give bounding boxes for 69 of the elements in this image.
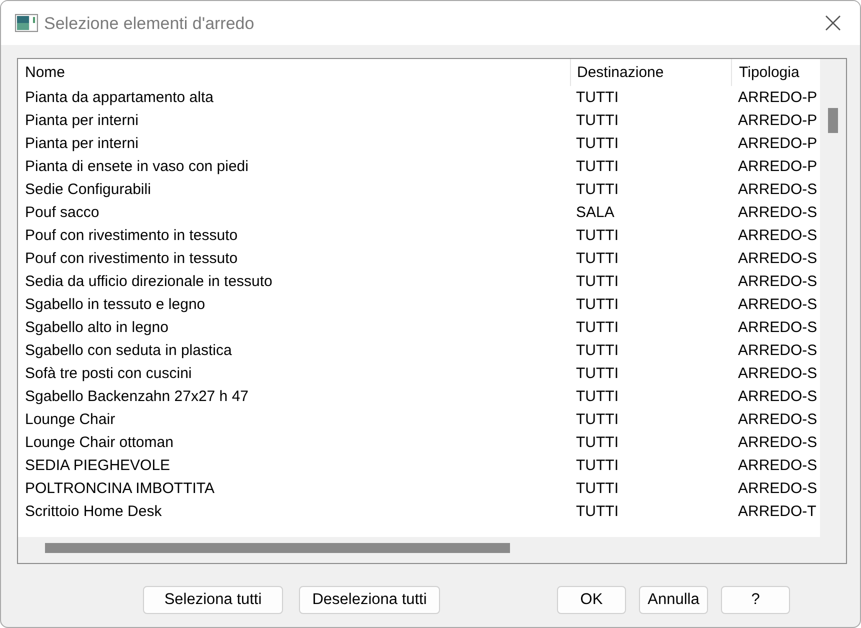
table-cell-text: TUTTI [575, 364, 620, 384]
table-cell-text: SALA [575, 203, 616, 223]
table-cell-text: ARREDO-S [737, 180, 818, 200]
table-cell-text: ARREDO-S [737, 456, 818, 476]
table-cell-text: ARREDO-S [737, 387, 818, 407]
table-cell-text: TUTTI [575, 456, 620, 476]
table-cell-text: TUTTI [575, 272, 620, 292]
table-cell-text: ARREDO-P [737, 157, 818, 177]
table-cell-text: TUTTI [575, 410, 620, 430]
table-cell-text: TUTTI [575, 341, 620, 361]
table-cell-text: Pouf sacco [24, 203, 100, 223]
table-cell-text: TUTTI [575, 180, 620, 200]
table-cell-text: Lounge Chair [24, 410, 116, 430]
table-cell-text: Pianta di ensete in vaso con piedi [24, 157, 250, 177]
table-cell-text: Sedie Configurabili [24, 180, 152, 200]
table-cell-text: Pianta per interni [24, 134, 140, 154]
table-cell-text: TUTTI [575, 157, 620, 177]
app-window-icon [15, 14, 38, 32]
table-cell-text: Sgabello in tessuto e legno [24, 295, 206, 315]
table-cell-text: Sgabello con seduta in plastica [24, 341, 233, 361]
table-cell-text: ARREDO-S [737, 272, 818, 292]
dialog-button[interactable]: Annulla [639, 586, 708, 614]
select-button[interactable]: Seleziona tutti [143, 586, 283, 614]
table-cell-text: Pouf con rivestimento in tessuto [24, 226, 239, 246]
table-cell-text: TUTTI [575, 134, 620, 154]
table-cell-text: ARREDO-S [737, 364, 818, 384]
table-cell-text: Sofà tre posti con cuscini [24, 364, 193, 384]
column-header[interactable]: Destinazione [570, 59, 731, 86]
table-cell-text: ARREDO-S [737, 226, 818, 246]
table-cell-text: TUTTI [575, 111, 620, 131]
table-cell-text: ARREDO-S [737, 203, 818, 223]
horizontal-scrollbar-thumb[interactable] [45, 543, 510, 553]
table-cell-text: ARREDO-S [737, 249, 818, 269]
close-icon [825, 15, 841, 31]
table-cell-text: ARREDO-S [737, 410, 818, 430]
table-cell-text: TUTTI [575, 318, 620, 338]
table-cell-text: Pianta da appartamento alta [24, 88, 214, 108]
dialog-button[interactable]: ? [721, 586, 790, 614]
table-cell-text: SEDIA PIEGHEVOLE [24, 456, 172, 476]
table-cell-text: ARREDO-S [737, 295, 818, 315]
table-cell-text: TUTTI [575, 249, 620, 269]
table-cell-text: Scrittoio Home Desk [24, 502, 163, 522]
table-cell-text: ARREDO-P [737, 88, 818, 108]
table-cell-text: TUTTI [575, 226, 620, 246]
dialog-button[interactable]: OK [557, 586, 626, 614]
table-cell-text: ARREDO-S [737, 318, 818, 338]
table-cell-text: Pianta per interni [24, 111, 140, 131]
table-cell-text: Pouf con rivestimento in tessuto [24, 249, 239, 269]
table-cell-text: ARREDO-P [737, 111, 818, 131]
table-cell-text: Lounge Chair ottoman [24, 433, 174, 453]
table-cell-text: TUTTI [575, 502, 620, 522]
table-cell-text: ARREDO-S [737, 433, 818, 453]
table-cell-text: Sgabello Backenzahn 27x27 h 47 [24, 387, 250, 407]
table-cell-text: POLTRONCINA IMBOTTITA [24, 479, 216, 499]
table-cell-text: TUTTI [575, 295, 620, 315]
table-cell-text: TUTTI [575, 387, 620, 407]
table-cell-text: Sgabello alto in legno [24, 318, 170, 338]
table-cell-text: TUTTI [575, 479, 620, 499]
column-header[interactable]: Nome [18, 59, 570, 86]
vertical-scrollbar-thumb[interactable] [828, 108, 838, 133]
table-cell-text: ARREDO-P [737, 134, 818, 154]
table-cell-text: ARREDO-T [737, 502, 818, 522]
table-cell-text: ARREDO-S [737, 341, 818, 361]
window-title: Selezione elementi d'arredo [44, 14, 254, 34]
table-cell-text: Sedia da ufficio direzionale in tessuto [24, 272, 274, 292]
select-button[interactable]: Deseleziona tutti [299, 586, 440, 614]
table-cell-text: TUTTI [575, 433, 620, 453]
table-cell-text: TUTTI [575, 88, 620, 108]
table-cell-text: ARREDO-S [737, 479, 818, 499]
